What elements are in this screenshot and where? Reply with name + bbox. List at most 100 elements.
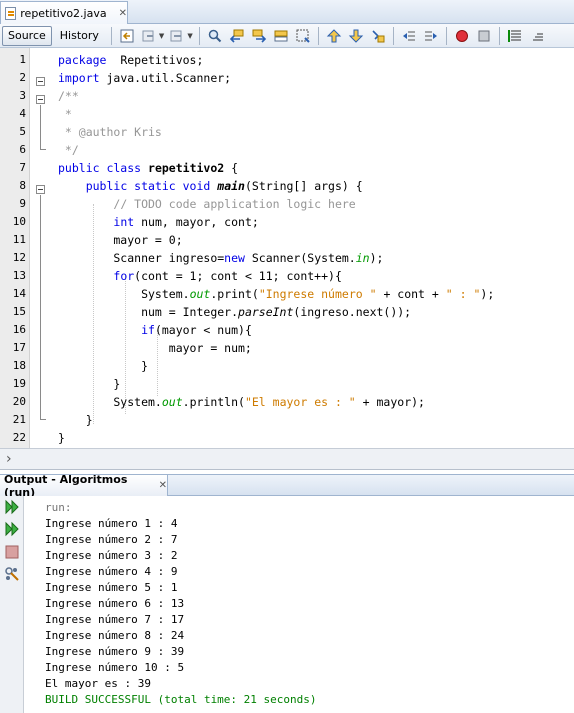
code-token: Scanner ingreso= xyxy=(58,251,225,265)
code-token: Repetitivos; xyxy=(106,53,204,67)
output-line: Ingrese número 8 : 24 xyxy=(45,629,185,642)
code-text: /** xyxy=(58,87,79,105)
find-previous-icon[interactable] xyxy=(228,27,246,45)
line-number: 7 xyxy=(19,161,26,174)
code-line: 7 public class repetitivo2 { xyxy=(0,159,574,177)
source-button[interactable]: Source xyxy=(2,25,52,46)
code-text: if(mayor < num){ xyxy=(58,321,252,339)
toolbar-separator xyxy=(110,26,112,45)
line-number: 2 xyxy=(19,71,26,84)
output-line: run: xyxy=(45,501,72,514)
forward-icon[interactable] xyxy=(168,27,186,45)
code-text: // TODO code application logic here xyxy=(58,195,355,213)
navigator-bar: › xyxy=(0,448,574,470)
close-output-icon[interactable]: ✕ xyxy=(159,480,167,491)
settings-icon[interactable] xyxy=(4,566,20,582)
code-text: } xyxy=(58,429,65,447)
code-text: * @author Kris xyxy=(58,123,162,141)
code-token: } xyxy=(58,359,149,373)
history-button[interactable]: History xyxy=(54,26,105,46)
comment-icon[interactable] xyxy=(506,27,524,45)
rerun-with-params-icon[interactable] xyxy=(4,521,20,537)
line-number: 12 xyxy=(12,251,26,264)
code-line: 20 System.out.println("El mayor es : " +… xyxy=(0,393,574,411)
code-text: for(cont = 1; cont < 11; cont++){ xyxy=(58,267,342,285)
line-number: 21 xyxy=(12,413,26,426)
editor-toolbar: Source History ▼ ▼ xyxy=(0,24,574,48)
code-text: System.out.print("Ingrese número " + con… xyxy=(58,285,494,303)
last-edit-icon[interactable] xyxy=(118,27,136,45)
code-token: parseInt xyxy=(238,305,294,319)
code-token: out xyxy=(161,395,183,409)
code-line: 9 // TODO code application logic here xyxy=(0,195,574,213)
next-bookmark-icon[interactable] xyxy=(347,27,365,45)
code-token: } xyxy=(58,431,65,445)
output-line: Ingrese número 9 : 39 xyxy=(45,645,185,658)
shift-left-icon[interactable] xyxy=(400,27,418,45)
code-token: (ingreso.next()); xyxy=(293,305,412,319)
code-token: import xyxy=(58,71,100,85)
code-text: mayor = 0; xyxy=(58,231,182,249)
output-tab-strip: Output - Algoritmos (run) ✕ xyxy=(0,473,574,499)
uncomment-icon[interactable] xyxy=(528,27,546,45)
code-token: * xyxy=(58,107,72,121)
toolbar-separator xyxy=(498,26,500,45)
code-token: (cont = 1; cont < 11; cont++){ xyxy=(134,269,342,283)
stop-macro-recording-icon[interactable] xyxy=(475,27,493,45)
code-token: public class xyxy=(58,161,142,175)
toggle-rectangular-selection-icon[interactable] xyxy=(294,27,312,45)
toggle-highlight-icon[interactable] xyxy=(272,27,290,45)
code-line: 6 */ xyxy=(0,141,574,159)
output-console[interactable]: run: Ingrese número 1 : 4 Ingrese número 2… xyxy=(25,496,574,713)
close-tab-icon[interactable]: ✕ xyxy=(119,8,127,19)
code-token: repetitivo2 xyxy=(148,161,225,175)
back-dropdown-icon[interactable]: ▼ xyxy=(159,32,164,40)
toggle-bookmark-icon[interactable] xyxy=(369,27,387,45)
editor-tab-repetitivo2[interactable]: repetitivo2.java ✕ xyxy=(0,1,128,24)
code-token: package xyxy=(58,53,107,67)
line-number: 22 xyxy=(12,431,26,444)
code-line: 3 /** xyxy=(0,87,574,105)
code-token: java.util.Scanner; xyxy=(99,71,232,85)
code-editor[interactable]: 1 package Repetitivos; 2 import java.util.S… xyxy=(0,48,574,448)
code-text: * xyxy=(58,105,72,123)
code-text: int num, mayor, cont; xyxy=(58,213,259,231)
stop-icon[interactable] xyxy=(4,544,20,560)
output-tab[interactable]: Output - Algoritmos (run) ✕ xyxy=(0,473,168,499)
line-number: 16 xyxy=(12,323,26,336)
output-line: BUILD SUCCESSFUL (total time: 21 seconds… xyxy=(45,693,317,706)
find-icon[interactable] xyxy=(206,27,224,45)
code-line: 4 * xyxy=(0,105,574,123)
java-file-icon xyxy=(5,6,17,20)
code-token: out xyxy=(189,287,211,301)
code-token: num, mayor, cont; xyxy=(134,215,259,229)
line-number: 8 xyxy=(19,179,26,192)
output-line: Ingrese número 1 : 4 xyxy=(45,517,178,530)
output-line: El mayor es : 39 xyxy=(45,677,151,690)
previous-bookmark-icon[interactable] xyxy=(325,27,343,45)
find-next-icon[interactable] xyxy=(250,27,268,45)
code-token: " : " xyxy=(445,287,481,301)
code-token: for xyxy=(113,269,135,283)
code-token: public static void xyxy=(85,179,211,193)
code-text: } xyxy=(58,357,148,375)
code-token: System. xyxy=(58,395,162,409)
rerun-icon[interactable] xyxy=(4,499,20,515)
line-number: 1 xyxy=(19,53,26,66)
code-token: in xyxy=(355,251,370,265)
code-text: public static void main(String[] args) { xyxy=(58,177,363,195)
line-number: 19 xyxy=(12,377,26,390)
forward-dropdown-icon[interactable]: ▼ xyxy=(187,32,192,40)
code-token: System. xyxy=(58,287,190,301)
code-token: "El mayor es : " xyxy=(244,395,356,409)
back-icon[interactable] xyxy=(140,27,158,45)
line-number: 18 xyxy=(12,359,26,372)
start-macro-recording-icon[interactable] xyxy=(453,27,471,45)
code-line: 16 if(mayor < num){ xyxy=(0,321,574,339)
shift-right-icon[interactable] xyxy=(422,27,440,45)
code-line: 19 } xyxy=(0,375,574,393)
chevron-right-icon[interactable]: › xyxy=(6,451,12,467)
